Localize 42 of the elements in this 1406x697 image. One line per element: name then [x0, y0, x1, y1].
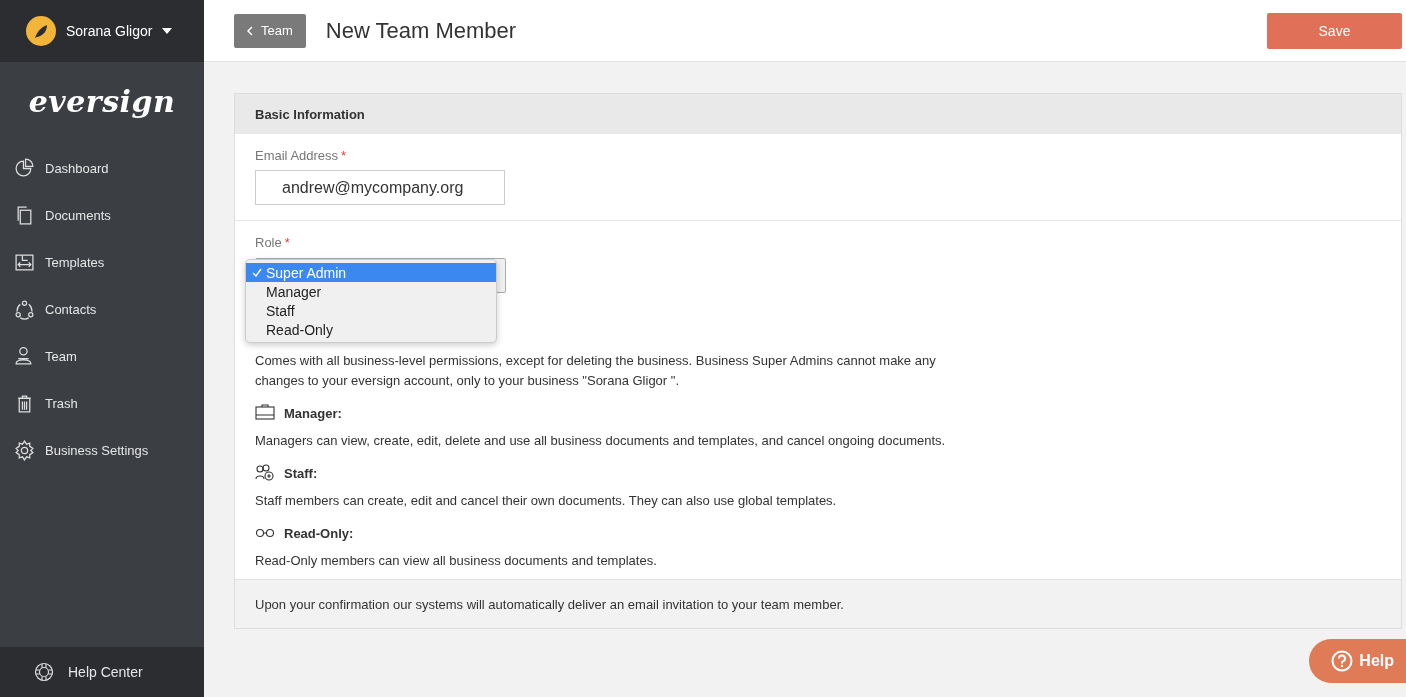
- dropdown-option[interactable]: Super Admin: [246, 263, 496, 282]
- question-icon: [1331, 650, 1354, 672]
- sidebar-item[interactable]: Templates: [0, 239, 204, 286]
- chevron-left-icon: [247, 25, 253, 36]
- people-plus-icon: [255, 463, 275, 483]
- required-mark: *: [341, 148, 347, 163]
- sidebar-item[interactable]: Trash: [0, 380, 204, 427]
- field-label: Role: [255, 235, 282, 250]
- settings-icon: [14, 440, 35, 461]
- avatar-icon: [26, 16, 56, 46]
- lifebuoy-icon[interactable]: [34, 662, 54, 682]
- dashboard-icon: [14, 158, 35, 179]
- sidebar-item[interactable]: Documents: [0, 192, 204, 239]
- role-description: Read-Only members can view all business documents and templates.: [255, 552, 658, 570]
- dropdown-option[interactable]: Read-Only: [246, 320, 496, 339]
- caret-icon[interactable]: [162, 28, 173, 34]
- account-name[interactable]: Sorana Gligor: [66, 23, 153, 39]
- sidebar-item[interactable]: Business Settings: [0, 427, 204, 474]
- email-field[interactable]: andrew@mycompany.org: [255, 170, 505, 205]
- section-title: Basic Information: [255, 106, 365, 122]
- role-title: Staff:: [284, 465, 318, 481]
- required-mark: *: [284, 235, 290, 250]
- templates-icon: [14, 252, 35, 273]
- dropdown-option[interactable]: Manager: [246, 282, 496, 301]
- sidebar-item[interactable]: Dashboard: [0, 145, 204, 192]
- role-description: Staff members can create, edit and cancel their own documents. They can also use global templates.: [255, 492, 838, 510]
- role-description: Comes with all business-level permissions, except for deleting the business. Business Super Admins cannot make any changes to your eversign account, only to your business "Sorana Gligor ".: [255, 352, 937, 390]
- sidebar-item[interactable]: Contacts: [0, 286, 204, 333]
- logo: eversign: [28, 84, 176, 119]
- field-label: Email Address: [255, 148, 339, 163]
- contacts-icon: [14, 299, 35, 320]
- role-title: Manager:: [284, 405, 342, 421]
- back-button[interactable]: Team: [234, 13, 306, 48]
- dropdown-option[interactable]: Staff: [246, 301, 496, 320]
- footer-note: Upon your confirmation our systems will automatically deliver an email invitation to your team member.: [255, 596, 844, 612]
- help-center-link[interactable]: Help Center: [68, 664, 143, 680]
- briefcase-icon: [255, 403, 275, 423]
- sidebar-item[interactable]: Team: [0, 333, 204, 380]
- role-description: Managers can view, create, edit, delete and use all business documents and templates, and cancel ongoing documents.: [255, 432, 947, 450]
- page-title: New Team Member: [325, 17, 518, 44]
- role-title: Read-Only:: [284, 525, 354, 541]
- checkmark-icon: [252, 268, 262, 277]
